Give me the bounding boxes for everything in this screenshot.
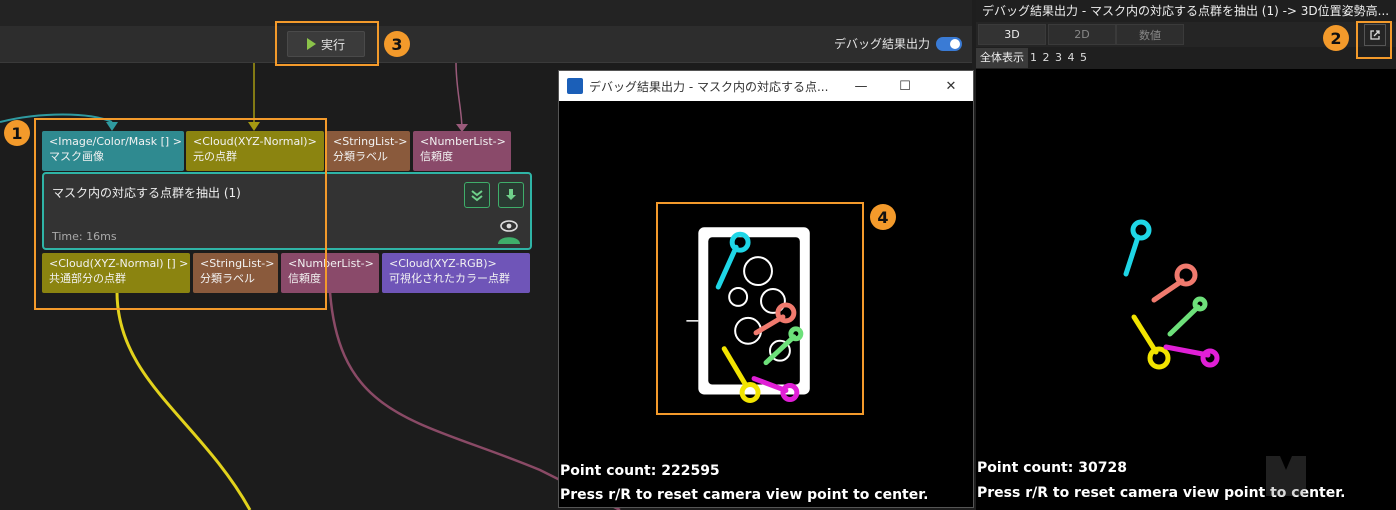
debug-output-toggle[interactable] [936, 36, 962, 51]
callout-box-3 [275, 21, 379, 66]
result-parts [1123, 219, 1220, 370]
port-label: 信頼度 [420, 150, 453, 163]
port-type: <NumberList-> [420, 135, 506, 148]
double-chevron-down-icon [471, 190, 483, 202]
callout-box-4 [656, 202, 864, 415]
panel-title: デバッグ結果出力 - マスク内の対応する点群を抽出 (1) -> 3D位置姿勢高… [976, 0, 1396, 22]
editor-toolbar: 実行 デバッグ結果出力 [0, 26, 972, 63]
input-port-class-labels[interactable]: <StringList-> 分類ラベル [326, 131, 410, 171]
debug-output-label: デバッグ結果出力 [833, 37, 930, 51]
wire-yellow [115, 291, 252, 510]
download-icon [506, 189, 516, 200]
popup-reset-hint: Press r/R to reset camera view point to … [560, 487, 929, 503]
callout-number-4: 4 [870, 204, 896, 230]
window-titlebar[interactable]: デバッグ結果出力 - マスク内の対応する点... — ☐ ✕ [559, 71, 973, 101]
minimize-icon[interactable]: — [839, 71, 883, 101]
result-viewport[interactable] [976, 69, 1396, 510]
eye-person-icon[interactable] [496, 218, 522, 244]
output-port-color-cloud[interactable]: <Cloud(XYZ-RGB)> 可視化されたカラー点群 [382, 253, 530, 293]
callout-box-1 [34, 118, 327, 310]
tab-3d[interactable]: 3D [978, 24, 1046, 45]
brand-watermark [1266, 456, 1306, 496]
debug-output-panel: デバッグ結果出力 - マスク内の対応する点群を抽出 (1) -> 3D位置姿勢高… [976, 0, 1396, 510]
view-all-button[interactable]: 全体表示 [976, 48, 1028, 68]
port-label: 可視化されたカラー点群 [389, 272, 510, 285]
app-icon [567, 78, 583, 94]
tab-numeric[interactable]: 数値 [1116, 24, 1184, 45]
callout-box-2 [1356, 21, 1392, 59]
page-numbers[interactable]: 1 2 3 4 5 [1030, 48, 1087, 68]
download-button[interactable] [498, 182, 524, 208]
port-label: 分類ラベル [333, 150, 388, 163]
tab-2d[interactable]: 2D [1048, 24, 1116, 45]
maximize-icon[interactable]: ☐ [883, 71, 927, 101]
callout-number-1: 1 [4, 120, 30, 146]
port-type: <StringList-> [333, 135, 408, 148]
port-type: <Cloud(XYZ-RGB)> [389, 257, 497, 270]
close-icon[interactable]: ✕ [929, 71, 973, 101]
callout-number-2: 2 [1323, 25, 1349, 51]
debug-output-window[interactable]: デバッグ結果出力 - マスク内の対応する点... — ☐ ✕ Point cou… [558, 70, 974, 508]
collapse-button[interactable] [464, 182, 490, 208]
panel-point-count: Point count: 30728 [977, 460, 1127, 476]
input-port-confidence[interactable]: <NumberList-> 信頼度 [413, 131, 511, 171]
window-title: デバッグ結果出力 - マスク内の対応する点... [589, 79, 829, 94]
debug-output-toggle-group: デバッグ結果出力 [834, 35, 962, 52]
wire-mauve-in [455, 61, 463, 131]
popup-point-count: Point count: 222595 [560, 463, 720, 479]
callout-number-3: 3 [384, 31, 410, 57]
